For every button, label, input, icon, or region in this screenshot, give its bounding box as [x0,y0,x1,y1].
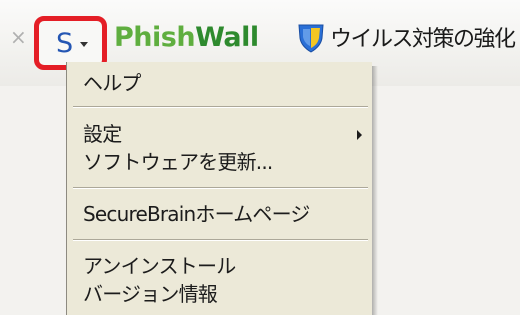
menu-item-uninstall[interactable]: アンインストール [83,253,236,279]
menu-separator [73,187,368,189]
phishwall-logo: PhishWall [114,21,259,55]
phishwall-dropdown-menu: ヘルプ 設定 ソフトウェアを更新... SecureBrainホームページ アン… [66,62,372,315]
menu-item-settings[interactable]: 設定 [83,121,122,147]
menu-separator [73,239,368,241]
menu-item-help[interactable]: ヘルプ [83,70,141,96]
chevron-right-icon [357,130,362,140]
brand-wall-text: Wall [195,22,259,53]
menu-separator [73,106,368,108]
menu-item-update-software[interactable]: ソフトウェアを更新... [83,149,273,175]
chevron-down-icon [80,42,88,47]
menu-item-securebrain-homepage[interactable]: SecureBrainホームページ [83,201,310,227]
close-icon[interactable]: × [10,27,27,47]
menu-item-version-info[interactable]: バージョン情報 [83,281,218,307]
s-logo-icon: S [56,28,74,59]
shield-icon[interactable] [296,22,326,54]
antivirus-enhance-link[interactable]: ウイルス対策の強化 [330,26,516,54]
brand-phish-text: Phish [114,22,196,53]
menu-shadow [372,66,378,315]
